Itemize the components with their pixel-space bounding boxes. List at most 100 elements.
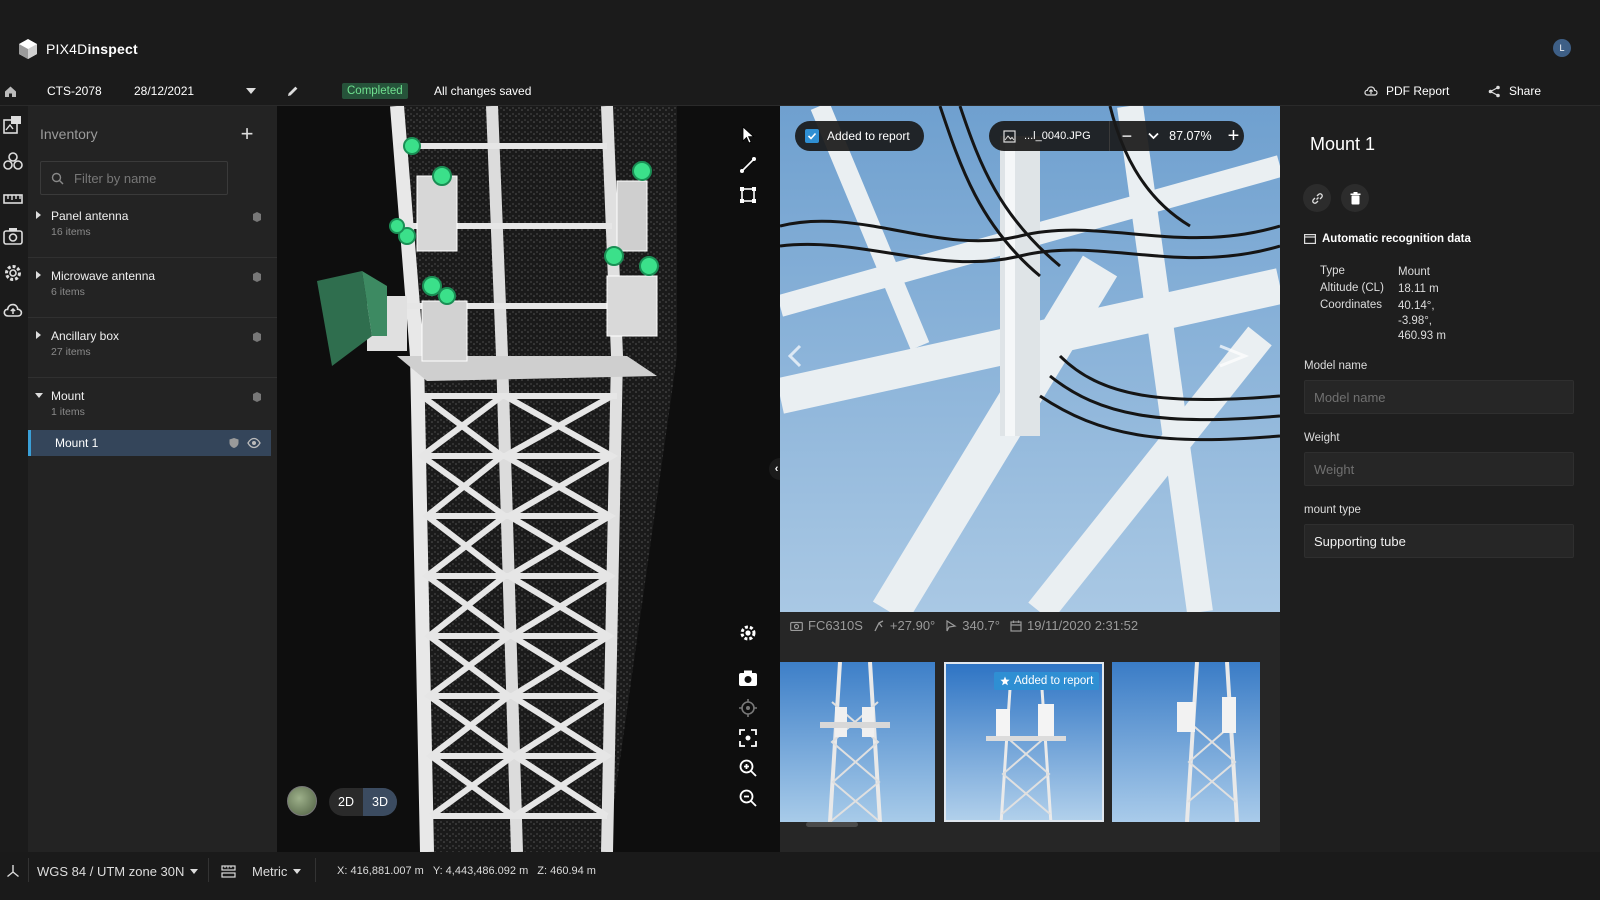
objects-icon[interactable] <box>2 151 24 173</box>
category-ancillary-box[interactable]: Ancillary box 27 items <box>28 319 277 378</box>
inventory-icon[interactable] <box>2 114 24 136</box>
cloud-upload-icon[interactable] <box>2 299 24 321</box>
eye-icon[interactable] <box>247 437 261 449</box>
polygon-tool-button[interactable] <box>733 180 763 210</box>
project-toolbar: CTS-2078 28/12/2021 Completed All change… <box>0 76 1600 106</box>
camera-icon <box>739 670 757 686</box>
coordinates-value: 40.14°, -3.98°, 460.93 m <box>1398 300 1446 342</box>
model-name-input[interactable] <box>1305 381 1573 413</box>
status-badge: Completed <box>342 82 408 100</box>
star-icon <box>1000 676 1010 686</box>
basemap-button[interactable] <box>287 786 317 816</box>
camera-icon[interactable] <box>2 225 24 247</box>
ruler-icon[interactable] <box>2 188 24 210</box>
edit-button[interactable] <box>287 82 299 100</box>
zoom-in-button[interactable] <box>733 753 763 783</box>
crs-selector[interactable]: WGS 84 / UTM zone 30N <box>37 862 199 880</box>
check-icon[interactable] <box>805 129 819 143</box>
capture-datetime: 19/11/2020 2:31:52 <box>1010 618 1138 633</box>
filter-input[interactable] <box>74 170 214 186</box>
main-photo[interactable] <box>780 106 1280 612</box>
status-bar: WGS 84 / UTM zone 30N Metric X: 416,881.… <box>0 852 1600 900</box>
mode-3d-button[interactable]: 3D <box>363 788 397 816</box>
date-dropdown-button[interactable] <box>246 82 256 100</box>
inventory-item-mount-1[interactable]: Mount 1 <box>28 430 271 456</box>
app-bar: PIX4Dinspect L <box>0 0 1600 80</box>
select-tool-button[interactable] <box>733 120 763 150</box>
auto-recognition-header: Automatic recognition data <box>1304 233 1471 245</box>
model-name-field[interactable] <box>1304 380 1574 414</box>
viewer-settings-button[interactable] <box>733 618 763 648</box>
gear-icon <box>740 625 756 641</box>
chevron-right-icon[interactable] <box>36 331 41 339</box>
zoom-dropdown-button[interactable] <box>1148 129 1159 143</box>
chevron-down-icon <box>293 868 302 874</box>
category-microwave-antenna[interactable]: Microwave antenna 6 items <box>28 259 277 318</box>
filter-field[interactable] <box>40 161 228 195</box>
visibility-toggle-icon[interactable] <box>251 331 263 343</box>
zoom-out-button[interactable] <box>733 783 763 813</box>
mode-2d-button[interactable]: 2D <box>329 788 363 816</box>
thumbnail[interactable] <box>780 662 935 822</box>
focus-icon <box>739 729 757 747</box>
thumbnail[interactable] <box>1112 662 1260 822</box>
shield-icon[interactable] <box>228 437 240 449</box>
category-panel-antenna[interactable]: Panel antenna 16 items <box>28 199 277 258</box>
units-selector[interactable]: Metric <box>252 862 302 880</box>
chevron-right-icon[interactable] <box>36 271 41 279</box>
image-icon <box>1003 129 1016 143</box>
screenshot-button[interactable] <box>733 663 763 693</box>
cursor-icon <box>742 126 755 144</box>
zoom-level: 87.07% <box>1169 129 1212 143</box>
pdf-report-button[interactable]: PDF Report <box>1364 82 1449 100</box>
project-id: CTS-2078 <box>47 84 102 98</box>
visibility-toggle-icon[interactable] <box>251 391 263 403</box>
fit-view-button[interactable] <box>733 723 763 753</box>
settings-icon[interactable] <box>2 262 24 284</box>
zoom-out-button[interactable]: − <box>1122 127 1133 145</box>
zoom-in-button[interactable]: + <box>1228 126 1240 146</box>
category-count: 16 items <box>51 226 91 238</box>
line-tool-button[interactable] <box>733 150 763 180</box>
visibility-toggle-icon[interactable] <box>251 211 263 223</box>
axes-button[interactable] <box>6 862 20 880</box>
view-mode-toggle: 2D 3D <box>329 788 397 816</box>
thumbnail-scrollbar[interactable] <box>806 822 858 827</box>
chevron-down-icon[interactable] <box>35 393 43 398</box>
target-icon <box>739 699 757 717</box>
weight-label: Weight <box>1304 432 1340 444</box>
weight-input[interactable] <box>1305 453 1573 485</box>
thumbnail-selected[interactable]: Added to report <box>944 662 1104 822</box>
image-filename: ...l_0040.JPG <box>1024 130 1091 142</box>
link-button[interactable] <box>1303 184 1331 212</box>
share-button[interactable]: Share <box>1488 82 1541 100</box>
home-button[interactable] <box>4 82 17 100</box>
locate-button[interactable] <box>733 693 763 723</box>
delete-button[interactable] <box>1341 184 1369 212</box>
added-to-report-toggle[interactable]: Added to report <box>795 121 924 151</box>
inventory-title: Inventory <box>40 126 98 142</box>
category-name: Mount <box>51 389 85 403</box>
trash-icon <box>1350 191 1360 204</box>
polygon-icon <box>740 187 756 203</box>
weight-field[interactable] <box>1304 452 1574 486</box>
user-avatar[interactable]: L <box>1553 39 1571 57</box>
thumbnail-image <box>780 662 935 822</box>
type-label: Type <box>1320 265 1345 277</box>
point-cloud-viewer[interactable]: 2D 3D <box>277 106 780 852</box>
thumbnail-image <box>1112 662 1260 822</box>
tower-photo <box>780 106 1280 612</box>
axes-icon <box>7 865 19 878</box>
card-icon <box>1304 234 1316 244</box>
chevron-right-icon[interactable] <box>36 211 41 219</box>
home-icon <box>5 86 16 97</box>
selection-tools <box>733 120 765 210</box>
units-button[interactable] <box>221 862 236 880</box>
visibility-toggle-icon[interactable] <box>251 271 263 283</box>
add-item-button[interactable]: + <box>236 123 258 146</box>
app-logo[interactable]: PIX4Dinspect <box>18 38 138 60</box>
details-panel: Mount 1 Automatic recognition data Type … <box>1280 106 1600 852</box>
mount-type-field[interactable] <box>1304 524 1574 558</box>
mount-type-input[interactable] <box>1305 525 1573 557</box>
line-icon <box>740 157 756 173</box>
